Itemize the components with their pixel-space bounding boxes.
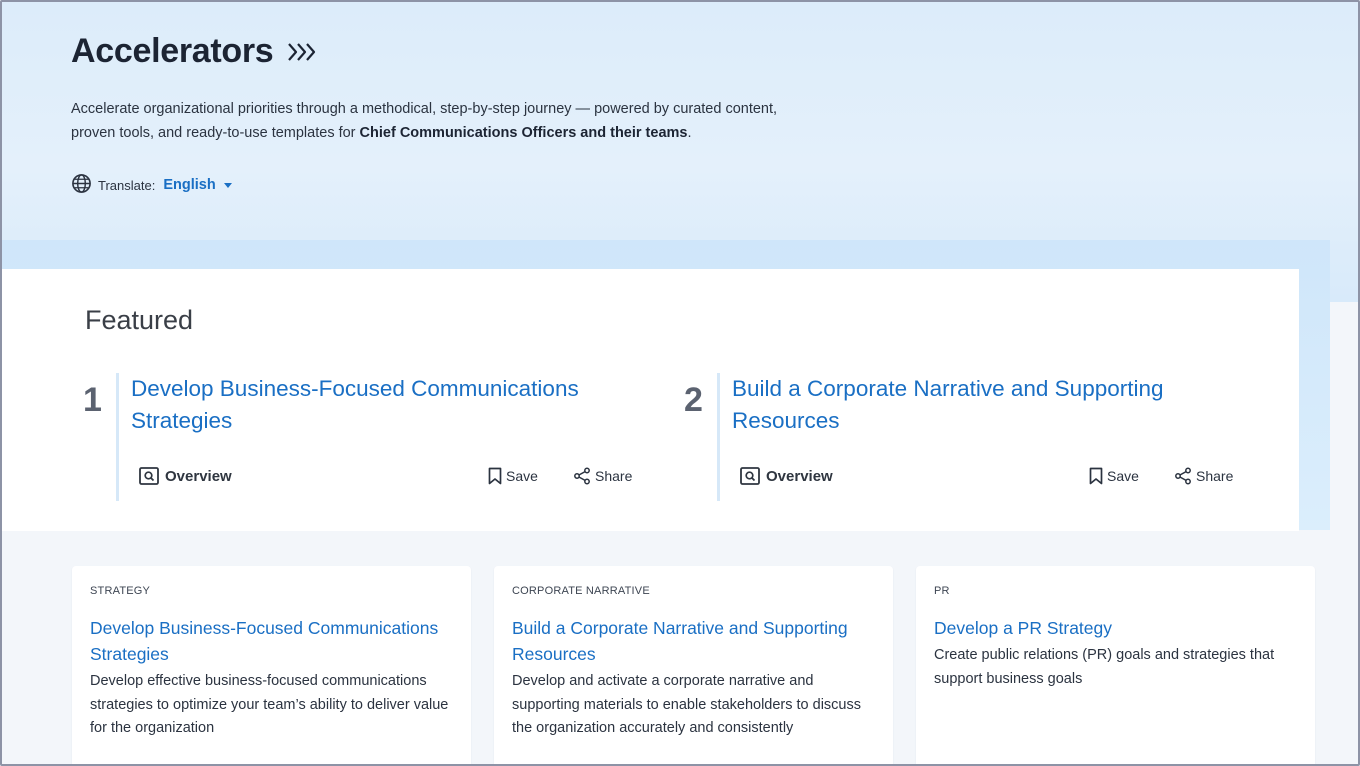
card-category: CORPORATE NARRATIVE (512, 585, 650, 597)
save-label: Save (506, 468, 538, 484)
featured-number: 2 (684, 381, 703, 419)
intro-text: Accelerate organizational priorities thr… (71, 97, 791, 145)
card-category: STRATEGY (90, 585, 151, 597)
translate-label: Translate: (98, 177, 156, 193)
featured-heading: Featured (85, 305, 194, 335)
overview-icon (740, 467, 760, 485)
overview-label: Overview (165, 467, 232, 485)
accelerator-card[interactable]: STRATEGY Develop Business-Focused Commun… (72, 566, 471, 764)
share-icon (1175, 467, 1191, 485)
accelerator-card[interactable]: PR Develop a PR Strategy Create public r… (916, 566, 1315, 764)
save-label: Save (1107, 468, 1139, 484)
featured-title-link[interactable]: Build a Corporate Narrative and Supporti… (732, 373, 1232, 437)
featured-section: Featured 1 Develop Business-Focused Comm… (2, 269, 1299, 531)
share-label: Share (1196, 468, 1234, 484)
save-button[interactable]: Save (1089, 467, 1139, 485)
translate-control[interactable]: Translate: English (71, 173, 232, 197)
card-title-link[interactable]: Develop Business-Focused Communications … (90, 615, 460, 667)
caret-down-icon[interactable] (223, 182, 232, 188)
intro-suffix: . (687, 125, 692, 141)
featured-body: Develop Business-Focused Communications … (116, 373, 656, 501)
title-row: Accelerators (71, 32, 317, 71)
page-frame: Accelerators Accelerate organizational p… (0, 0, 1360, 766)
accelerator-card[interactable]: CORPORATE NARRATIVE Build a Corporate Na… (494, 566, 893, 764)
overview-button[interactable]: Overview (139, 467, 232, 485)
save-button[interactable]: Save (488, 467, 538, 485)
overview-label: Overview (766, 467, 833, 485)
card-description: Develop effective business-focused commu… (90, 673, 449, 736)
overview-button[interactable]: Overview (740, 467, 833, 485)
bookmark-icon (488, 467, 502, 485)
card-category: PR (934, 585, 950, 597)
card-description: Create public relations (PR) goals and s… (934, 647, 1275, 687)
share-label: Share (595, 468, 633, 484)
featured-actions: Overview Save Share (139, 467, 639, 491)
featured-title-link[interactable]: Develop Business-Focused Communications … (131, 373, 631, 437)
featured-actions: Overview Save Share (740, 467, 1240, 491)
globe-icon (71, 173, 92, 197)
share-button[interactable]: Share (1174, 467, 1233, 485)
language-select[interactable]: English (163, 177, 215, 193)
card-description: Develop and activate a corporate narrati… (512, 673, 861, 736)
overview-icon (139, 467, 159, 485)
share-icon (574, 467, 590, 485)
page-title: Accelerators (71, 32, 274, 70)
bookmark-icon (1089, 467, 1103, 485)
featured-number: 1 (83, 381, 102, 419)
card-title-link[interactable]: Develop a PR Strategy (934, 615, 1304, 641)
chevrons-right-icon (287, 41, 317, 63)
card-title-link[interactable]: Build a Corporate Narrative and Supporti… (512, 615, 882, 667)
share-button[interactable]: Share (573, 467, 632, 485)
intro-bold: Chief Communications Officers and their … (359, 125, 688, 141)
featured-body: Build a Corporate Narrative and Supporti… (717, 373, 1257, 501)
